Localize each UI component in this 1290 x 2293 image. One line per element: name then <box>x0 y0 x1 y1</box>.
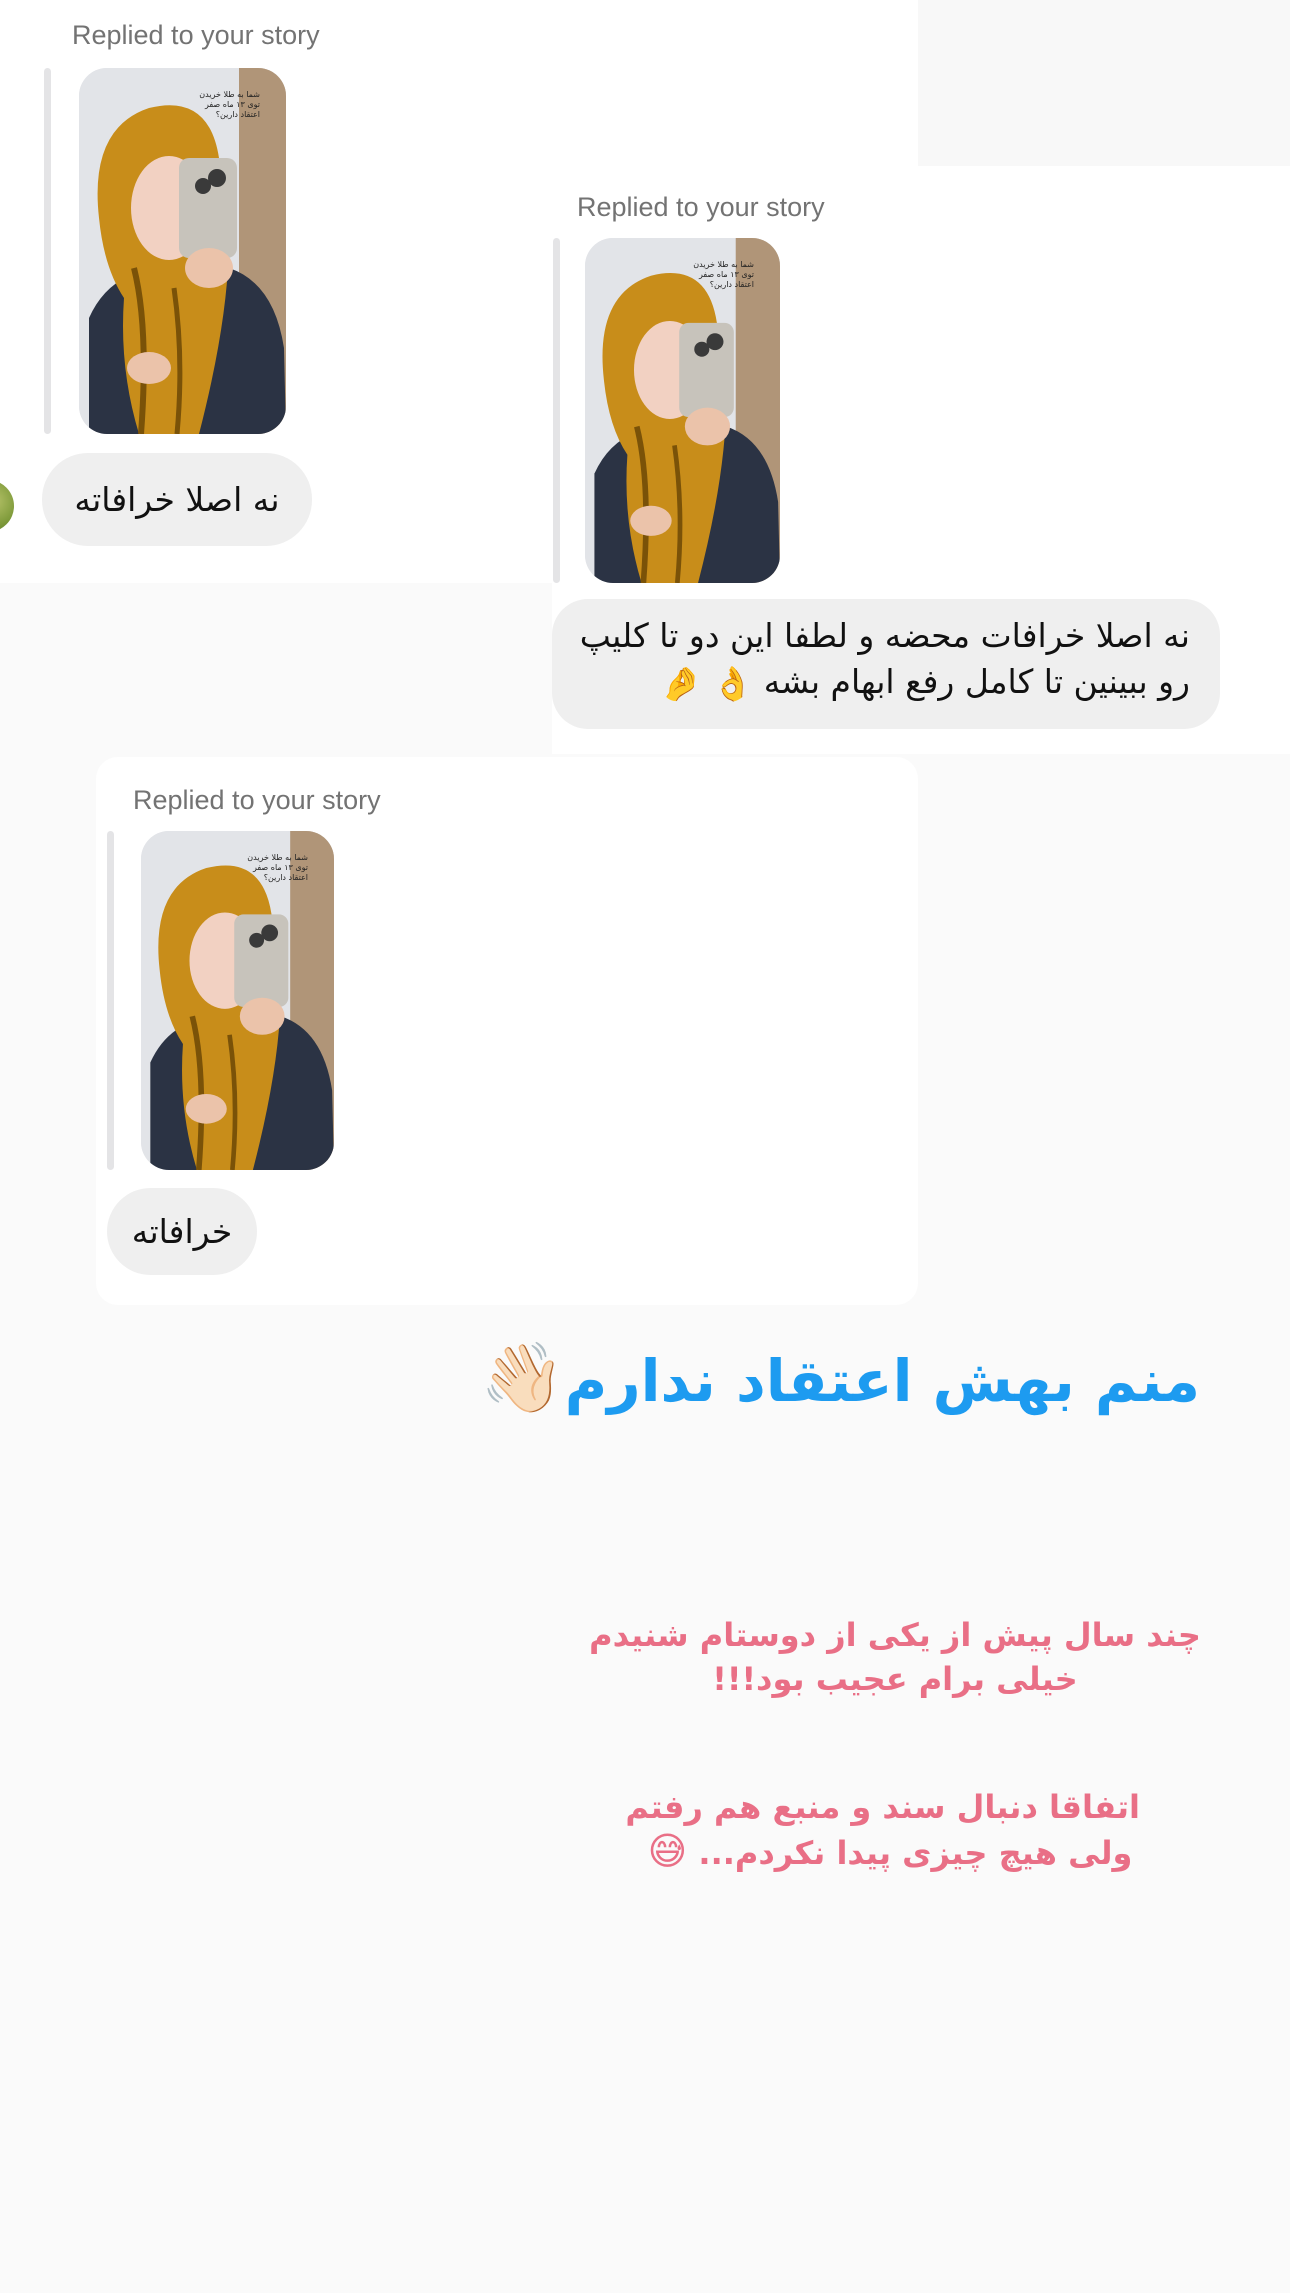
waving-hand-icon: 👋🏻 <box>480 1339 565 1418</box>
story-caption-2: اتفاقا دنبال سند و منبع هم رفتم ولی هیچ … <box>625 1785 1140 1875</box>
caption-line: چند سال پیش از یکی از دوستام شنیدم <box>589 1616 1201 1654</box>
quote-bar <box>44 68 51 434</box>
panel-shade <box>918 0 1290 166</box>
story-overlay-text: شما به طلا خریدن توی ۱۳ ماه صفر اعتقاد د… <box>247 853 308 883</box>
story-overlay-line: اعتقاد دارین؟ <box>709 280 754 289</box>
story-overlay-line: شما به طلا خریدن <box>199 90 260 99</box>
quote-bar <box>553 238 560 583</box>
story-headline-text: منم بهش اعتقاد ندارم <box>564 1347 1200 1415</box>
message-line: نه اصلا خرافات محضه و لطفا این دو تا کلی… <box>579 616 1190 655</box>
sweat-smile-emoji-icon: 😅 <box>647 1829 688 1873</box>
message-bubble[interactable]: نه اصلا خرافات محضه و لطفا این دو تا کلی… <box>552 599 1220 729</box>
caption-line: خیلی برام عجیب بود!!! <box>712 1660 1078 1698</box>
story-overlay-line: شما به طلا خریدن <box>247 853 308 862</box>
replied-to-story-label: Replied to your story <box>72 20 320 50</box>
replied-to-story-label: Replied to your story <box>133 785 381 815</box>
story-caption-1: چند سال پیش از یکی از دوستام شنیدم خیلی … <box>585 1613 1205 1701</box>
hand-emoji-icon: 👌 🤌 <box>660 663 754 703</box>
caption-line-text: ولی هیچ چیزی پیدا نکردم... <box>698 1834 1133 1872</box>
story-thumbnail[interactable]: شما به طلا خریدن توی ۱۳ ماه صفر اعتقاد د… <box>141 831 334 1170</box>
story-thumbnail[interactable]: شما به طلا خریدن توی ۱۳ ماه صفر اعتقاد د… <box>585 238 780 583</box>
story-overlay-line: توی ۱۳ ماه صفر <box>204 100 260 109</box>
message-line-text: رو ببینین تا کامل رفع ابهام بشه <box>763 662 1190 701</box>
story-thumbnail[interactable]: شما به طلا خریدن توی ۱۳ ماه صفر اعتقاد د… <box>79 68 286 434</box>
story-overlay-text: شما به طلا خریدن توی ۱۳ ماه صفر اعتقاد د… <box>693 260 754 290</box>
quote-bar <box>107 831 114 1170</box>
story-headline: منم بهش اعتقاد ندارم👋🏻 <box>480 1338 1200 1418</box>
story-overlay-text: شما به طلا خریدن توی ۱۳ ماه صفر اعتقاد د… <box>199 90 260 120</box>
story-overlay-line: توی ۱۳ ماه صفر <box>252 863 308 872</box>
message-bubble[interactable]: خرافاته <box>107 1188 257 1275</box>
message-bubble[interactable]: نه اصلا خرافاته <box>42 453 312 546</box>
replied-to-story-label: Replied to your story <box>577 192 825 222</box>
story-overlay-line: اعتقاد دارین؟ <box>215 110 260 119</box>
caption-line: اتفاقا دنبال سند و منبع هم رفتم <box>625 1788 1140 1826</box>
story-overlay-line: شما به طلا خریدن <box>693 260 754 269</box>
story-overlay-line: توی ۱۳ ماه صفر <box>698 270 754 279</box>
message-line: رو ببینین تا کامل رفع ابهام بشه 👌 🤌 <box>574 659 1190 707</box>
story-overlay-line: اعتقاد دارین؟ <box>263 873 308 882</box>
caption-line: ولی هیچ چیزی پیدا نکردم... 😅 <box>640 1829 1140 1875</box>
